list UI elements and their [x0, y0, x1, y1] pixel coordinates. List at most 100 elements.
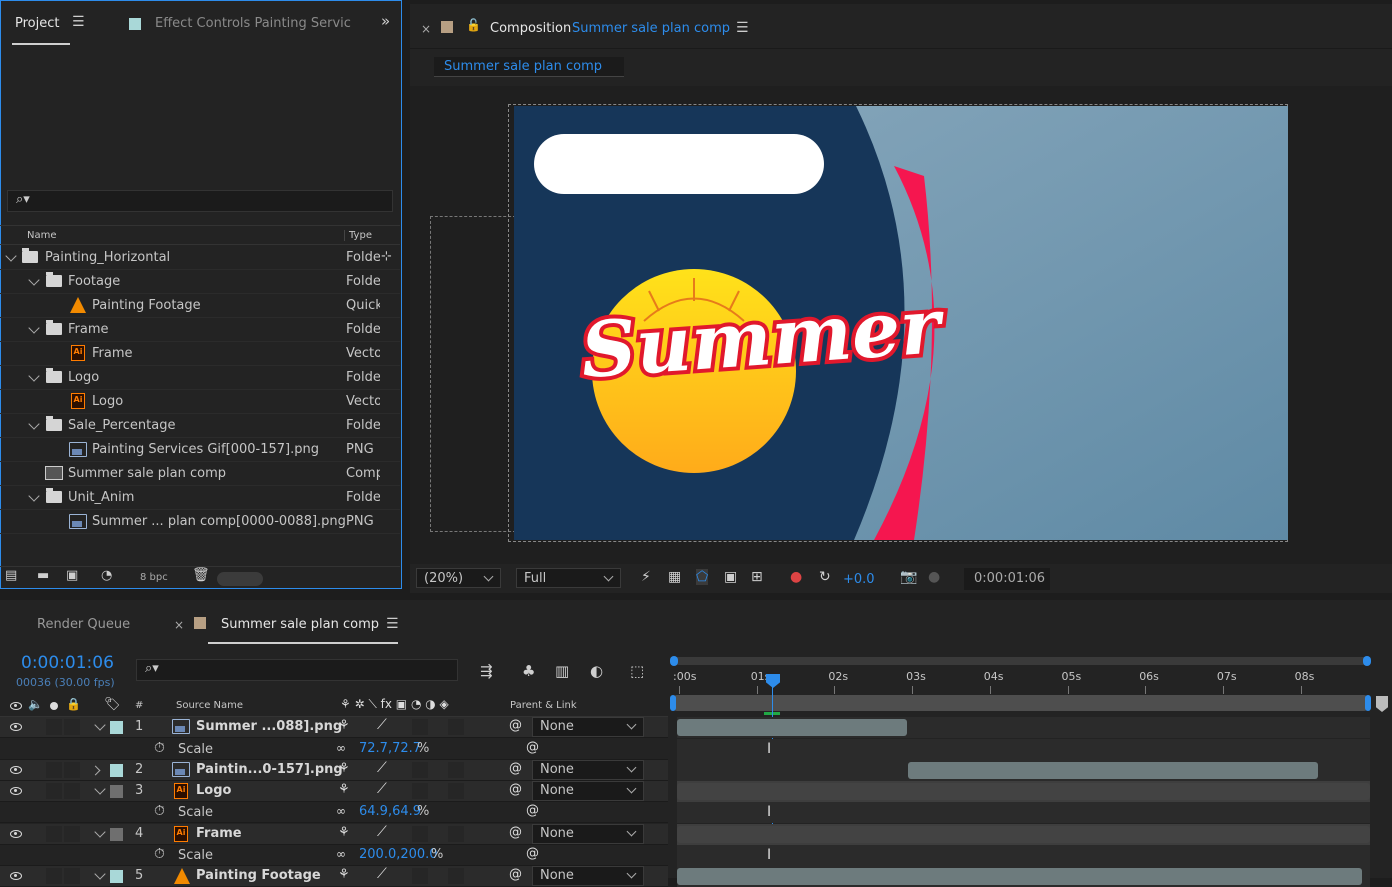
parent-dropdown[interactable]: None [532, 781, 644, 801]
layer-track[interactable] [677, 824, 1370, 845]
tab-timeline-comp[interactable]: Summer sale plan comp [221, 617, 379, 632]
layer-track[interactable] [677, 760, 1370, 781]
property-row[interactable]: ⏱ Scale ∞ 200.0,200.0 % @ [0, 845, 668, 866]
audio-icon[interactable]: 🔈 [28, 697, 43, 711]
eye-icon[interactable] [10, 766, 22, 774]
comp-artwork[interactable]: Summer [514, 106, 1288, 540]
layer-name[interactable]: Summer ...088].png [196, 719, 342, 734]
audio-switch[interactable] [46, 719, 62, 735]
tab-effect-controls[interactable]: Effect Controls Painting Services [155, 16, 351, 31]
quality-switch-icon[interactable]: ⟋ [377, 717, 387, 733]
label-color-swatch[interactable] [110, 828, 123, 841]
close-icon[interactable]: × [174, 618, 184, 632]
project-item[interactable]: Ai Frame Vecto [0, 342, 400, 366]
audio-switch[interactable] [46, 762, 62, 778]
layer-track[interactable] [677, 717, 1370, 738]
bit-depth-label[interactable]: 8 bpc [140, 572, 168, 583]
property-row[interactable]: ⏱ Scale ∞ 72.7,72.7 % @ [0, 739, 668, 760]
parent-dropdown[interactable]: None [532, 717, 644, 737]
shy-switch-icon[interactable]: ⚘ [338, 718, 350, 733]
thumbnail-slider[interactable] [217, 572, 263, 586]
project-item[interactable]: Summer ... plan comp[0000-0088].png PNG [0, 510, 400, 534]
scale-value[interactable]: 64.9,64.9 [359, 804, 421, 819]
chevron-down-icon[interactable] [94, 719, 106, 731]
fast-previews-icon[interactable]: ⚡ [641, 569, 651, 585]
effect-switch[interactable] [412, 783, 428, 799]
exposure-value[interactable]: +0.0 [843, 572, 875, 587]
column-name[interactable]: Name [27, 230, 57, 241]
layer-row[interactable]: 1 Summer ...088].png ⚘ ⟋ @ None [0, 717, 668, 738]
audio-switch[interactable] [46, 868, 62, 884]
color-channels-icon[interactable]: ● [790, 569, 802, 585]
expression-pick-whip-icon[interactable]: @ [526, 740, 539, 755]
zoom-dropdown[interactable]: (20%) [416, 568, 501, 588]
composition-mini-flowchart-icon[interactable]: ⇶ [480, 662, 493, 680]
viewer-menu-icon[interactable]: ☰ [736, 20, 749, 36]
project-item[interactable]: Frame Folde [0, 318, 400, 342]
pick-whip-icon[interactable]: @ [509, 718, 522, 733]
transparency-grid-icon[interactable]: ▦ [668, 569, 681, 585]
timeline-timecode[interactable]: 0:00:01:06 [21, 653, 114, 673]
label-color-swatch[interactable] [110, 870, 123, 883]
label-tag-icon[interactable]: 🏷 [104, 697, 121, 712]
motion-blur-icon[interactable]: ◐ [590, 662, 603, 680]
project-item[interactable]: Unit_Anim Folde [0, 486, 400, 510]
layer-name[interactable]: Painting Footage [196, 868, 321, 883]
project-item[interactable]: Footage Folde [0, 270, 400, 294]
mask-visibility-icon[interactable]: ⬠ [696, 569, 709, 585]
chevron-down-icon[interactable] [28, 490, 40, 502]
label-color-swatch[interactable] [110, 764, 123, 777]
adjust-switch[interactable] [448, 826, 464, 842]
panel-menu-icon[interactable]: ☰ [72, 14, 85, 30]
layer-name[interactable]: Logo [196, 783, 231, 798]
adjust-switch[interactable] [448, 868, 464, 884]
comp-marker-bin-icon[interactable] [1376, 696, 1388, 712]
keyframe-marker-icon[interactable]: I [767, 847, 771, 863]
layer-duration-bar[interactable] [677, 719, 907, 736]
column-source-name[interactable]: Source Name [176, 700, 243, 711]
layer-track[interactable] [677, 781, 1370, 802]
chevron-down-icon[interactable] [28, 322, 40, 334]
eye-icon[interactable] [10, 830, 22, 838]
eye-icon[interactable] [10, 723, 22, 731]
snapshot-camera-icon[interactable]: 📷 [900, 569, 917, 585]
navigator-start-handle[interactable] [670, 656, 678, 666]
time-navigator[interactable] [670, 656, 1371, 666]
quality-switch-icon[interactable]: ⟋ [377, 760, 387, 776]
project-item[interactable]: Painting Footage Quick [0, 294, 400, 318]
interpret-footage-icon[interactable]: ▤ [5, 568, 17, 583]
stopwatch-icon[interactable]: ⏱ [154, 740, 165, 756]
effect-switch[interactable] [412, 719, 428, 735]
layer-row[interactable]: 3 Ai Logo ⚘ ⟋ @ None [0, 781, 668, 802]
switches-icons[interactable]: ⚘ ✲ ⟍ fx ▣ ◔ ◑ ◈ [340, 697, 449, 712]
layer-duration-bar[interactable] [677, 868, 1362, 885]
shy-switch-icon[interactable]: ⚘ [338, 761, 350, 776]
pick-whip-icon[interactable]: @ [509, 825, 522, 840]
lock-switch[interactable] [64, 868, 80, 884]
lock-switch[interactable] [64, 762, 80, 778]
column-type[interactable]: Type [344, 230, 372, 241]
label-color-swatch[interactable] [110, 721, 123, 734]
effect-switch[interactable] [412, 826, 428, 842]
layer-duration-bar[interactable] [677, 783, 1370, 800]
audio-switch[interactable] [46, 826, 62, 842]
stopwatch-icon[interactable]: ⏱ [154, 803, 165, 819]
tab-project[interactable]: Project [15, 16, 59, 31]
project-item[interactable]: Ai Logo Vecto [0, 390, 400, 414]
project-item[interactable]: Painting_Horizontal Folde ⊹ [0, 246, 400, 270]
comp-canvas-area[interactable]: Summer [410, 86, 1392, 564]
layer-row[interactable]: 5 Painting Footage ⚘ ⟋ @ None [0, 866, 668, 887]
scale-value[interactable]: 72.7,72.7 [359, 741, 421, 756]
expression-pick-whip-icon[interactable]: @ [526, 803, 539, 818]
shy-switch-icon[interactable]: ⚘ [338, 825, 350, 840]
viewer-tab-comp-name[interactable]: Summer sale plan comp [572, 21, 730, 36]
effect-switch[interactable] [412, 868, 428, 884]
project-item[interactable]: Painting Services Gif[000-157].png PNG [0, 438, 400, 462]
solo-icon[interactable] [50, 702, 58, 710]
more-tabs-chevron-icon[interactable]: » [381, 12, 390, 30]
hierarchy-icon[interactable]: ⊹ [381, 249, 392, 264]
chevron-down-icon[interactable] [94, 826, 106, 838]
layer-row[interactable]: 2 Paintin...0-157].png ⚘ ⟋ @ None [0, 760, 668, 781]
stopwatch-icon[interactable]: ⏱ [154, 846, 165, 862]
lock-icon[interactable]: 🔓 [466, 18, 481, 32]
